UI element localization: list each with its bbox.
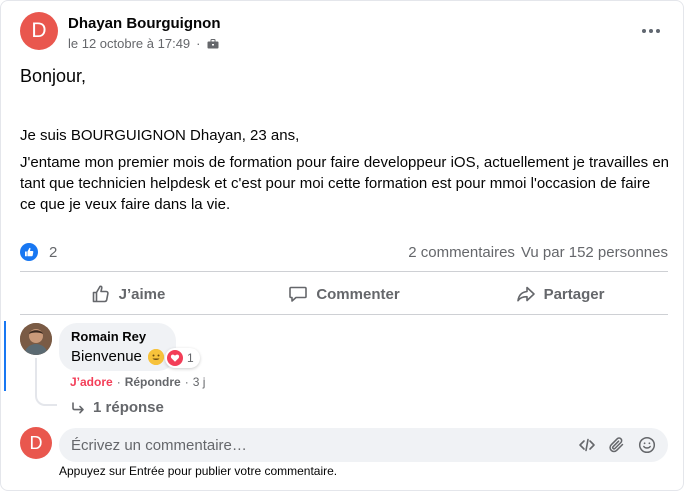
divider (20, 271, 668, 272)
composer-hint: Appuyez sur Entrée pour publier votre co… (59, 464, 338, 478)
comment-text-row: Bienvenue (71, 348, 164, 365)
post-meta: le 12 octobre à 17:49 · (68, 36, 219, 51)
post-line-intro: Je suis BOURGUIGNON Dhayan, 23 ans, (20, 127, 300, 144)
composer-avatar[interactable]: D (20, 427, 52, 459)
author-name[interactable]: Dhayan Bourguignon (68, 15, 221, 32)
post-greeting: Bonjour, (20, 66, 87, 86)
views-count[interactable]: Vu par 152 personnes (521, 244, 668, 261)
comment-reaction-badge[interactable]: 1 (165, 348, 200, 368)
code-icon[interactable] (578, 436, 596, 454)
post-actions: J’aime Commenter Partager (20, 275, 668, 313)
reply-arrow-icon (72, 401, 84, 413)
like-button[interactable]: J’aime (20, 275, 236, 313)
more-options-icon[interactable] (638, 21, 664, 41)
commenter-avatar[interactable] (20, 323, 52, 355)
author-avatar[interactable]: D (20, 12, 58, 50)
like-reaction-icon[interactable] (20, 243, 38, 261)
comment-text: Bienvenue (71, 348, 142, 365)
comment-icon (289, 286, 308, 302)
comment-input[interactable] (71, 436, 578, 454)
comment-composer (59, 428, 668, 462)
comments-count[interactable]: 2 commentaires (408, 244, 515, 261)
post-paragraph: J'entame mon premier mois de formation p… (20, 154, 670, 213)
comment-button[interactable]: Commenter (236, 275, 452, 313)
attachment-icon[interactable] (608, 436, 626, 454)
comment-age[interactable]: 3 j (193, 375, 206, 389)
reply-button[interactable]: Répondre (125, 375, 181, 389)
share-icon (516, 286, 535, 302)
post-stats: 2 2 commentaires Vu par 152 personnes (20, 241, 668, 263)
share-button-label: Partager (543, 285, 605, 303)
separator-dot: · (116, 375, 121, 389)
view-replies-label: 1 réponse (93, 399, 164, 416)
share-button[interactable]: Partager (452, 275, 668, 313)
comment-button-label: Commenter (316, 285, 400, 303)
heart-icon (167, 350, 183, 366)
like-count[interactable]: 2 (49, 244, 57, 261)
like-button-label: J’aime (118, 285, 166, 303)
author-avatar-letter: D (31, 19, 47, 42)
comment-bubble: Romain Rey Bienvenue (59, 323, 176, 371)
smile-emoji-icon (147, 348, 164, 365)
comment-reaction-count: 1 (187, 351, 194, 365)
divider (20, 314, 668, 315)
post-card: D Dhayan Bourguignon le 12 octobre à 17:… (0, 0, 684, 491)
reply-connector-line (35, 358, 57, 406)
briefcase-icon (207, 38, 218, 48)
comment-author[interactable]: Romain Rey (71, 329, 164, 344)
emoji-icon[interactable] (638, 436, 656, 454)
composer-avatar-letter: D (29, 432, 43, 453)
adore-button[interactable]: J’adore (70, 375, 113, 389)
post-timestamp[interactable]: le 12 octobre à 17:49 (68, 36, 190, 51)
view-replies-button[interactable]: 1 réponse (71, 399, 164, 416)
comment-actions: J’adore · Répondre · 3 j (70, 375, 205, 389)
separator-dot: · (184, 375, 189, 389)
comment-highlight-bar (4, 321, 6, 391)
meta-separator: · (196, 36, 201, 51)
thumbs-up-icon (92, 285, 109, 303)
